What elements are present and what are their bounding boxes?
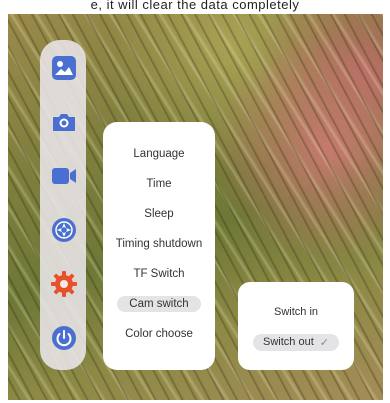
submenu-item-label: Switch in: [273, 306, 319, 318]
menu-item-color-choose[interactable]: Color choose: [103, 324, 215, 344]
submenu-item-pill: Switch out ✓: [253, 333, 339, 351]
settings-menu: Language Time Sleep Timing shutdown TF S…: [103, 122, 215, 370]
cam-switch-submenu: Switch in Switch out ✓: [238, 282, 354, 370]
menu-item-label: Cam switch: [117, 296, 201, 312]
menu-item-label: Time: [146, 178, 172, 190]
menu-item-language[interactable]: Language: [103, 144, 215, 164]
sidebar: [40, 40, 86, 370]
menu-item-tf-switch[interactable]: TF Switch: [103, 264, 215, 284]
camera-icon[interactable]: [50, 108, 78, 136]
menu-item-label: Timing shutdown: [115, 238, 203, 250]
submenu-item-switch-in[interactable]: Switch in: [238, 302, 354, 322]
menu-item-label: Color choose: [125, 328, 193, 340]
menu-item-label: Language: [133, 148, 185, 160]
menu-item-timing-shutdown[interactable]: Timing shutdown: [103, 234, 215, 254]
video-icon[interactable]: [50, 162, 78, 190]
top-caption: e, it will clear the data completely: [90, 0, 300, 12]
submenu-item-label: Switch out: [263, 336, 314, 348]
menu-item-sleep[interactable]: Sleep: [103, 204, 215, 224]
menu-item-time[interactable]: Time: [103, 174, 215, 194]
power-icon[interactable]: [50, 324, 78, 352]
submenu-item-switch-out[interactable]: Switch out ✓: [238, 332, 354, 352]
navigation-icon[interactable]: [50, 216, 78, 244]
checkmark-icon: ✓: [319, 336, 329, 349]
menu-item-cam-switch[interactable]: Cam switch: [103, 294, 215, 314]
menu-item-label: Sleep: [144, 208, 174, 220]
settings-icon[interactable]: [50, 270, 78, 298]
gallery-icon[interactable]: [50, 54, 78, 82]
menu-item-label: TF Switch: [133, 268, 185, 280]
camera-preview: Language Time Sleep Timing shutdown TF S…: [8, 14, 383, 400]
